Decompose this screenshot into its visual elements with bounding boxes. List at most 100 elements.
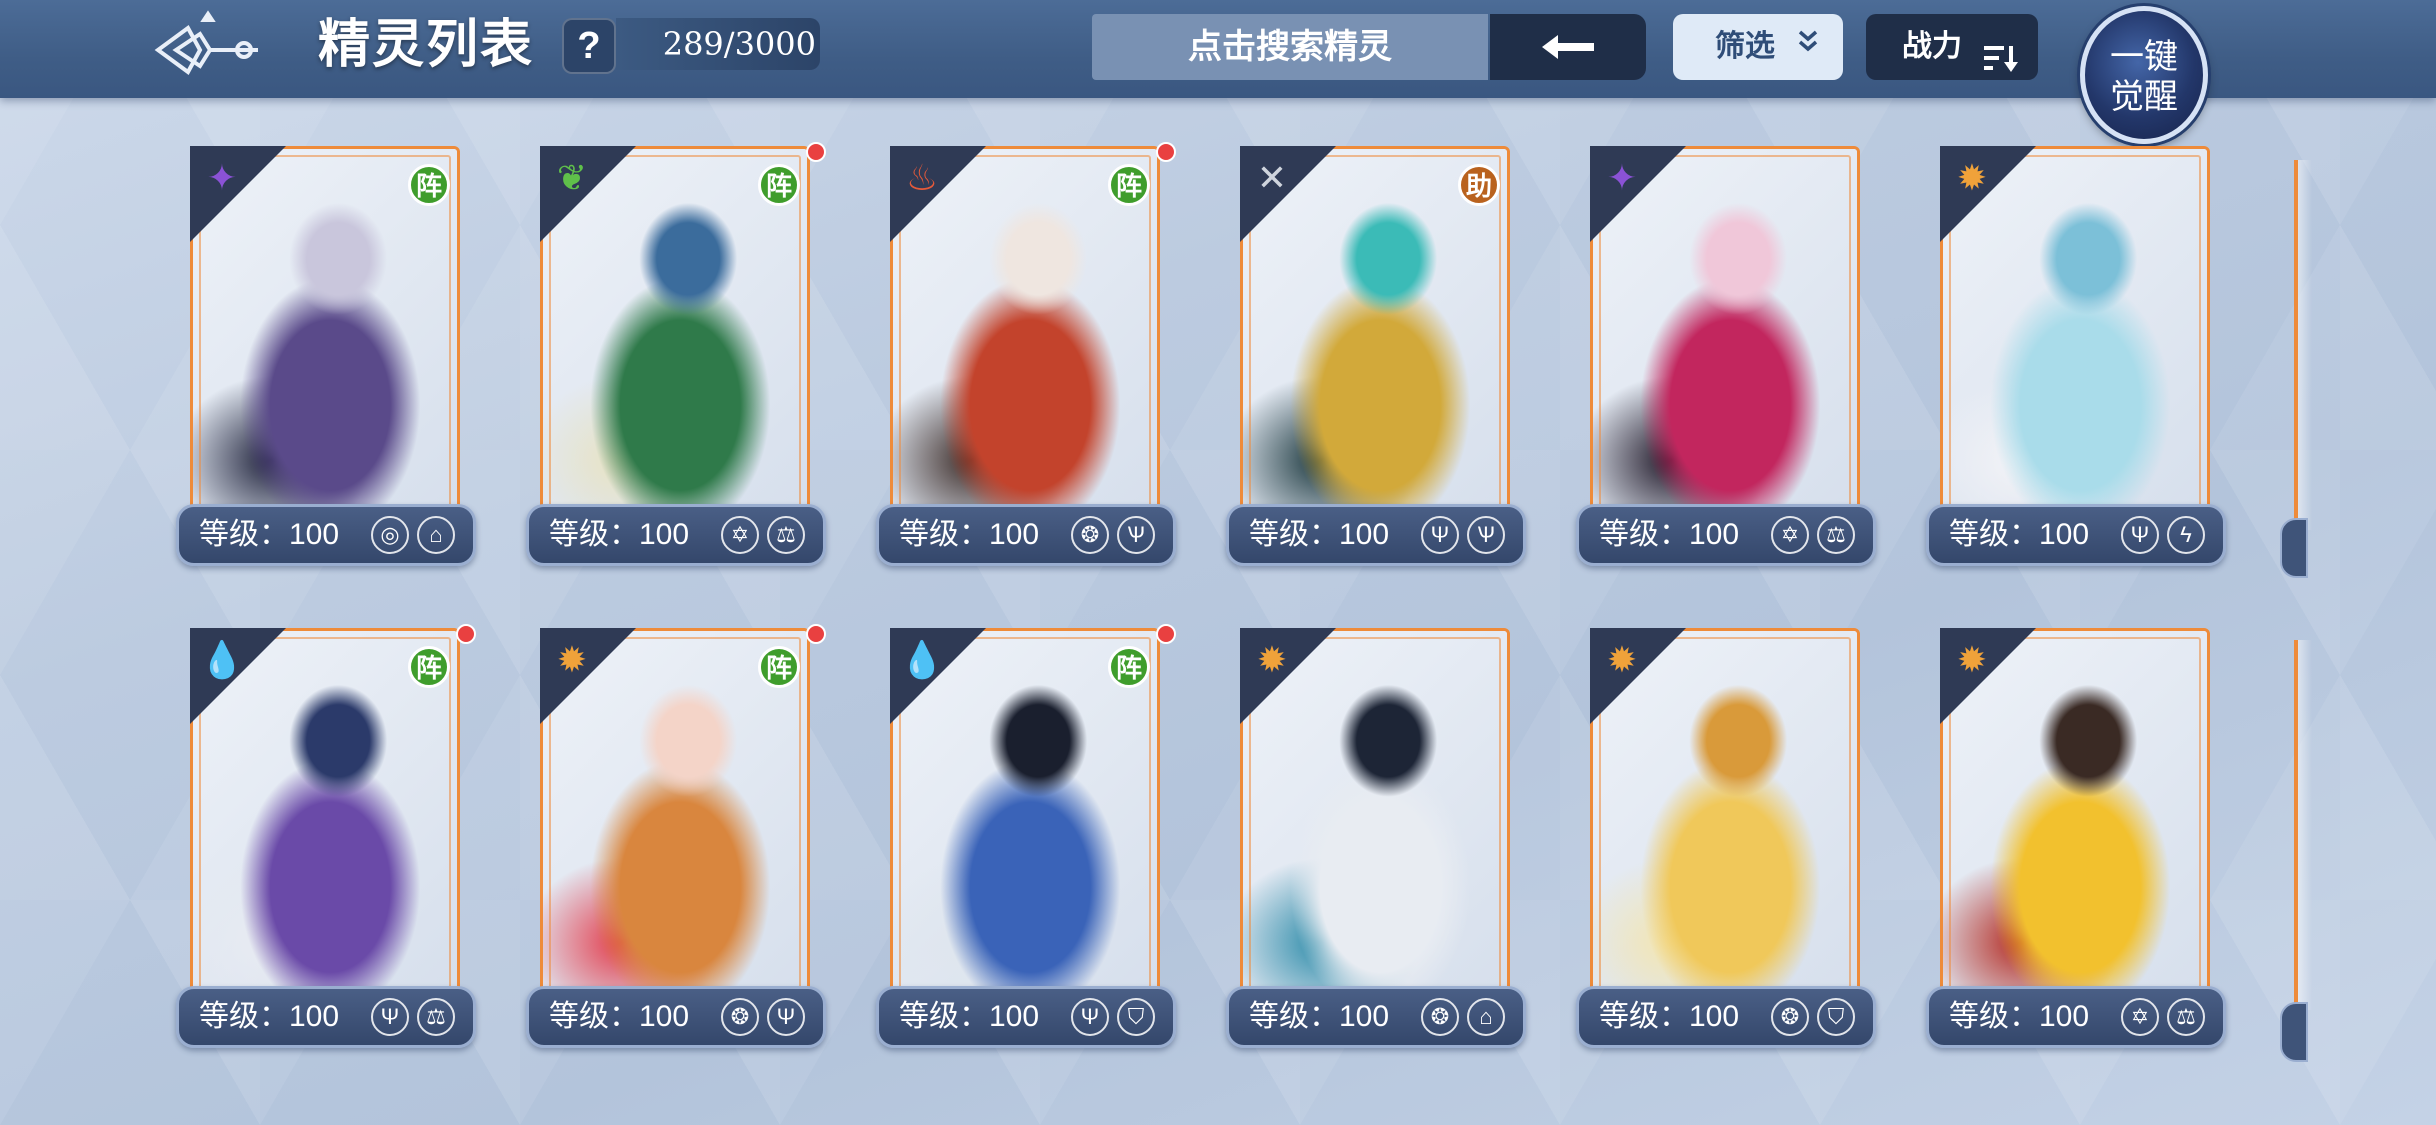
skill-scale-icon: ⚖: [1817, 516, 1855, 554]
skill-star-icon: ✡: [721, 516, 759, 554]
card-badge: 阵: [758, 164, 800, 206]
element-icon: ✦: [206, 157, 238, 198]
card-info-plate: 等级：100 ✡ ⚖: [526, 504, 826, 566]
level-label: 等级：100: [199, 518, 340, 551]
sprite-card[interactable]: ✦ 等级：100 ✡ ⚖: [1576, 146, 1876, 588]
skill-bolt-icon: ϟ: [2167, 516, 2205, 554]
level-label: 等级：100: [899, 1000, 1040, 1033]
skill-shield-icon: ⛉: [1117, 998, 1155, 1036]
filter-label: 筛选: [1715, 30, 1775, 63]
element-icon: 💧: [899, 639, 945, 680]
partial-card-edge: [2294, 160, 2312, 530]
card-info-plate: 等级：100 Ψ ϟ: [1926, 504, 2226, 566]
card-badge: 阵: [408, 164, 450, 206]
sprite-card[interactable]: 💧 阵 等级：100 Ψ ⚖: [176, 624, 476, 1070]
skill-trident-icon: Ψ: [371, 998, 409, 1036]
level-label: 等级：100: [1949, 1000, 2090, 1033]
element-icon: ✹: [1956, 157, 1988, 198]
back-button[interactable]: [148, 10, 268, 90]
sprite-card[interactable]: ✹ 阵 等级：100 ❂ Ψ: [526, 624, 826, 1070]
sort-button[interactable]: 战力: [1866, 14, 2038, 80]
level-label: 等级：100: [1249, 1000, 1390, 1033]
skill-book-icon: ⌂: [1467, 998, 1505, 1036]
skill-scale-icon: ⚖: [2167, 998, 2205, 1036]
card-info-plate: 等级：100 ❂ Ψ: [526, 986, 826, 1048]
card-badge: 阵: [1108, 646, 1150, 688]
filter-button[interactable]: 筛选: [1673, 14, 1843, 80]
skill-claw-icon: Ѱ: [1117, 516, 1155, 554]
element-icon: ✹: [1956, 639, 1988, 680]
skill-book-icon: ⌂: [417, 516, 455, 554]
level-label: 等级：100: [549, 518, 690, 551]
sprite-card[interactable]: ✹ 等级：100 ✡ ⚖: [1926, 628, 2226, 1070]
notification-dot: [806, 624, 826, 644]
element-icon: ❦: [556, 157, 588, 198]
top-bar: 精灵列表 ? 289/3000 点击搜索精灵 筛选 战力: [0, 0, 2436, 98]
card-info-plate: 等级：100 ❂ ⛉: [1576, 986, 1876, 1048]
sprite-card[interactable]: ✹ 等级：100 Ψ ϟ: [1926, 146, 2226, 588]
skill-swirl-icon: ◎: [371, 516, 409, 554]
skill-trident-icon: Ψ: [2121, 516, 2159, 554]
element-icon: ✹: [1606, 639, 1638, 680]
awaken-label-line1: 一键: [2110, 37, 2178, 77]
element-icon: ✹: [556, 639, 588, 680]
element-icon: ✦: [1606, 157, 1638, 198]
card-info-plate: 等级：100 Ψ ⚖: [176, 986, 476, 1048]
card-info-plate: 等级：100 Ψ Ѱ: [1226, 504, 1526, 566]
skill-dragon-icon: ❂: [1421, 998, 1459, 1036]
notification-dot: [456, 624, 476, 644]
element-icon: 💧: [199, 639, 245, 680]
sprite-card[interactable]: ✕ 助 等级：100 Ψ Ѱ: [1226, 146, 1526, 588]
notification-dot: [1156, 142, 1176, 162]
level-label: 等级：100: [1249, 518, 1390, 551]
notification-dot: [806, 142, 826, 162]
search-back-button[interactable]: [1490, 14, 1646, 80]
skill-scale-icon: ⚖: [767, 516, 805, 554]
chevron-down-icon: [1797, 14, 1819, 80]
card-badge: 阵: [758, 646, 800, 688]
awaken-label-line2: 觉醒: [2110, 77, 2178, 117]
element-icon: ✕: [1256, 157, 1288, 198]
element-icon: ✹: [1256, 639, 1288, 680]
skill-claw-icon: Ѱ: [1467, 516, 1505, 554]
sort-icon: [1984, 32, 2018, 98]
sprite-card[interactable]: ✹ 等级：100 ❂ ⛉: [1576, 628, 1876, 1070]
notification-dot: [1156, 624, 1176, 644]
search-input[interactable]: 点击搜索精灵: [1092, 14, 1488, 80]
sprite-card[interactable]: ✦ 阵 等级：100 ◎ ⌂: [176, 146, 476, 588]
sprite-card[interactable]: ❦ 阵 等级：100 ✡ ⚖: [526, 142, 826, 588]
help-button[interactable]: ?: [562, 18, 616, 74]
skill-dragon-icon: ❂: [721, 998, 759, 1036]
page-title: 精灵列表: [318, 14, 535, 75]
sprite-card[interactable]: ♨ 阵 等级：100 ❂ Ѱ: [876, 142, 1176, 588]
skill-star-icon: ✡: [2121, 998, 2159, 1036]
card-badge: 阵: [408, 646, 450, 688]
partial-card-plate: [2280, 518, 2308, 578]
sort-label: 战力: [1902, 30, 1962, 63]
one-click-awaken-button[interactable]: 一键 觉醒: [2080, 6, 2208, 144]
skill-star-icon: ✡: [1771, 516, 1809, 554]
sprite-card[interactable]: 💧 阵 等级：100 Ψ ⛉: [876, 624, 1176, 1070]
skill-scale-icon: ⚖: [417, 998, 455, 1036]
card-info-plate: 等级：100 ✡ ⚖: [1576, 504, 1876, 566]
partial-card-plate: [2280, 1002, 2308, 1062]
card-info-plate: 等级：100 ◎ ⌂: [176, 504, 476, 566]
level-label: 等级：100: [1599, 518, 1740, 551]
element-icon: ♨: [905, 157, 939, 198]
card-badge: 阵: [1108, 164, 1150, 206]
card-info-plate: 等级：100 ✡ ⚖: [1926, 986, 2226, 1048]
level-label: 等级：100: [899, 518, 1040, 551]
level-label: 等级：100: [1949, 518, 2090, 551]
level-label: 等级：100: [199, 1000, 340, 1033]
skill-trident-icon: Ψ: [1071, 998, 1109, 1036]
card-info-plate: 等级：100 ❂ Ѱ: [876, 504, 1176, 566]
skill-shield-icon: ⛉: [1817, 998, 1855, 1036]
card-info-plate: 等级：100 Ψ ⛉: [876, 986, 1176, 1048]
skill-dragon-icon: ❂: [1071, 516, 1109, 554]
skill-trident-icon: Ψ: [1421, 516, 1459, 554]
skill-dragon-icon: ❂: [1771, 998, 1809, 1036]
level-label: 等级：100: [549, 1000, 690, 1033]
partial-card-edge: [2294, 640, 2312, 1010]
card-info-plate: 等级：100 ❂ ⌂: [1226, 986, 1526, 1048]
sprite-card[interactable]: ✹ 等级：100 ❂ ⌂: [1226, 628, 1526, 1070]
